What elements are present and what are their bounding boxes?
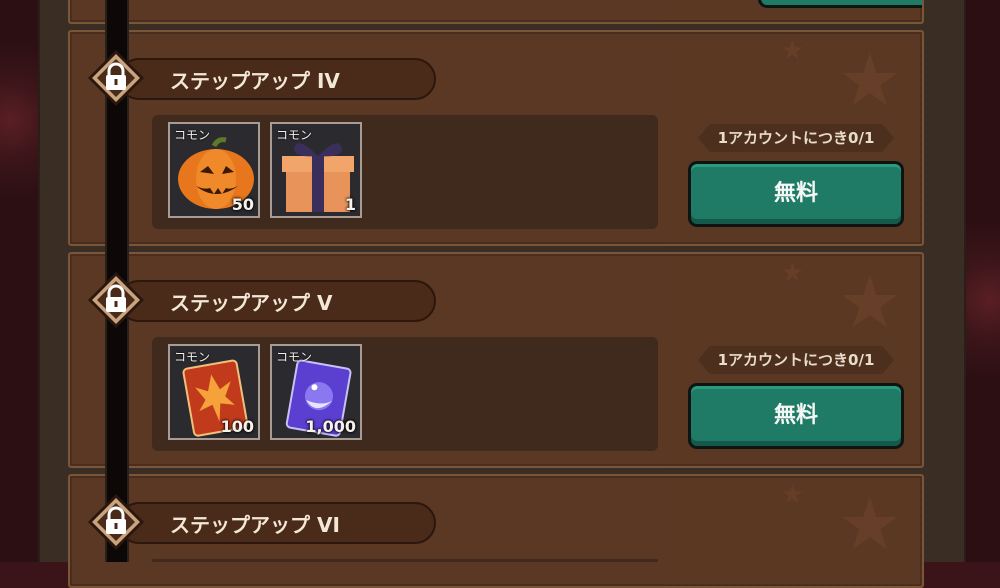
free-claim-button[interactable]: 無料 (688, 383, 904, 449)
star-decoration-icon: ★ (780, 258, 804, 288)
step-title: ステップアップ IV (118, 58, 436, 100)
reward-item-red-card[interactable]: コモン 100 (168, 344, 260, 440)
item-quantity: 100 (220, 417, 254, 436)
step-panel-previous (68, 0, 924, 24)
step-title: ステップアップ V (118, 280, 436, 322)
purchase-limit-label: 1アカウントにつき0/1 (690, 344, 902, 376)
star-decoration-icon: ★ (780, 36, 804, 66)
item-quantity: 1 (344, 195, 356, 214)
background-right (960, 0, 1000, 562)
item-quantity: 50 (231, 195, 254, 214)
rarity-label: コモン (276, 128, 313, 142)
lock-icon (86, 270, 146, 330)
star-decoration-icon: ★ (780, 480, 804, 510)
background-left (0, 0, 40, 562)
step-title: ステップアップ VI (118, 502, 436, 544)
lock-icon (86, 48, 146, 108)
star-decoration-icon: ★ (837, 38, 902, 122)
item-quantity: 1,000 (305, 417, 356, 436)
star-decoration-icon: ★ (837, 482, 902, 566)
rarity-label: コモン (174, 128, 211, 142)
free-claim-button[interactable]: 無料 (688, 161, 904, 227)
reward-item-purple-card[interactable]: コモン 1,000 (270, 344, 362, 440)
reward-item-gift[interactable]: コモン 1 (270, 122, 362, 218)
reward-item-pumpkin[interactable]: コモン 50 (168, 122, 260, 218)
free-button-previous[interactable] (758, 0, 922, 8)
star-decoration-icon: ★ (837, 260, 902, 344)
rarity-label: コモン (174, 350, 211, 364)
lock-icon (86, 492, 146, 552)
purchase-limit-label: 1アカウントにつき0/1 (690, 122, 902, 154)
rarity-label: コモン (276, 350, 313, 364)
